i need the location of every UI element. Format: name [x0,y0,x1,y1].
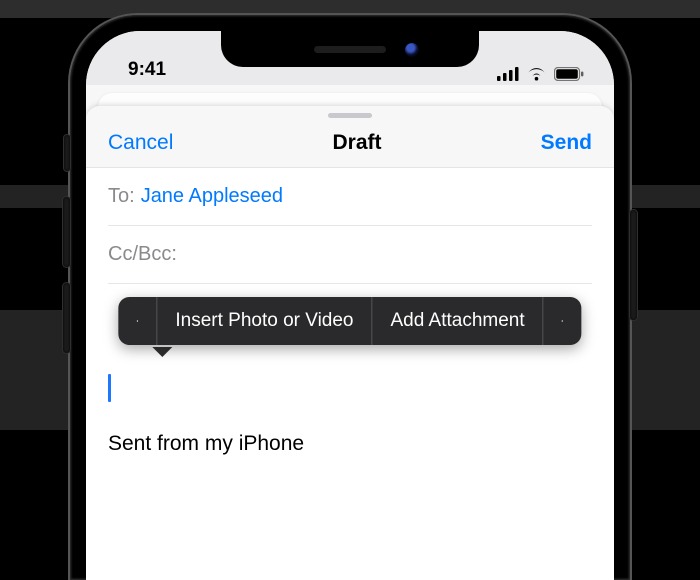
cancel-button[interactable]: Cancel [108,131,173,155]
ccbcc-field-row[interactable]: Cc/Bcc: [108,226,592,284]
cellular-icon [497,67,519,81]
add-attachment-button[interactable]: Add Attachment [373,297,543,345]
side-button-silence [64,135,70,171]
front-camera [405,43,419,57]
edit-menu-next-button[interactable] [544,297,582,345]
status-time: 9:41 [114,59,166,81]
to-field-row[interactable]: To: Jane Appleseed [108,168,592,226]
wifi-icon [526,67,547,81]
send-button[interactable]: Send [541,131,592,155]
ccbcc-label: Cc/Bcc: [108,243,177,266]
notch [221,31,479,67]
message-body[interactable]: Insert Photo or Video Add Attachment Sen… [86,284,614,456]
ccbcc-input[interactable] [183,243,592,266]
sheet-grabber[interactable] [328,113,372,118]
text-caret [108,374,111,402]
signature-text[interactable]: Sent from my iPhone [108,432,592,456]
edit-menu-prev-button[interactable] [118,297,156,345]
side-button-volume-up [63,197,70,267]
compose-sheet: Cancel Draft Send To: Jane Appleseed Cc/… [86,106,614,580]
chevron-right-icon [562,313,564,329]
to-recipient[interactable]: Jane Appleseed [141,185,283,208]
to-label: To: [108,185,135,208]
insert-photo-video-button[interactable]: Insert Photo or Video [157,297,371,345]
phone-frame: 9:41 Cancel Draft Send To: Jane Applesee… [70,15,630,580]
chevron-left-icon [136,313,138,329]
status-icons [497,67,586,81]
page-title: Draft [333,131,382,155]
edit-menu: Insert Photo or Video Add Attachment [118,297,581,345]
side-button-power [630,210,637,320]
speaker-grill [314,46,386,53]
phone-screen: 9:41 Cancel Draft Send To: Jane Applesee… [86,31,614,580]
battery-icon [554,67,584,81]
header-fields: To: Jane Appleseed Cc/Bcc: [86,168,614,284]
side-button-volume-down [63,283,70,353]
